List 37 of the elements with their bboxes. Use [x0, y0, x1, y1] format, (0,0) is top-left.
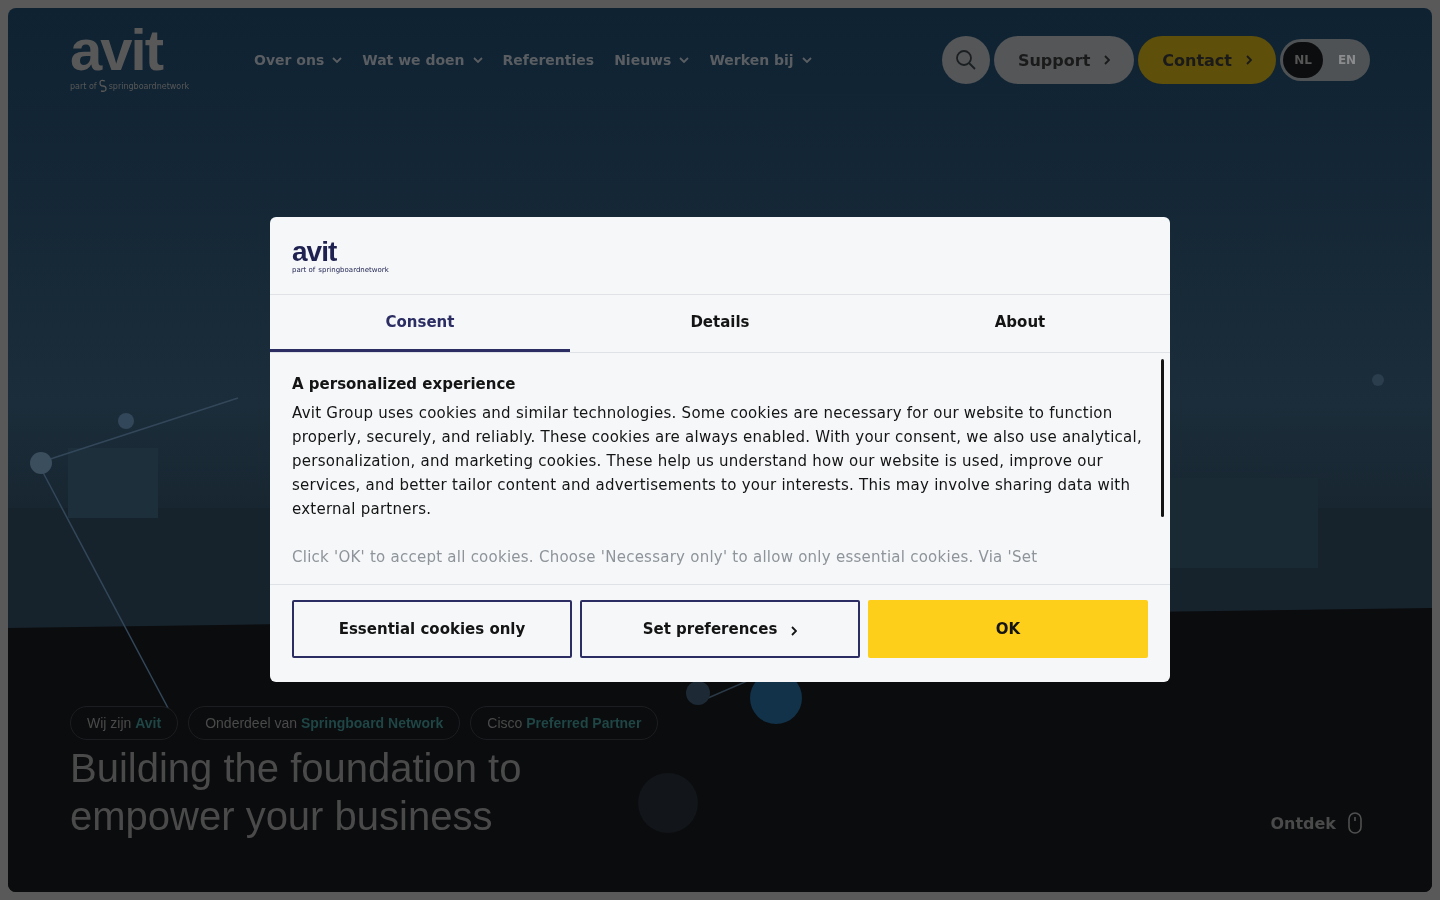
nav-link[interactable]: Referenties — [502, 52, 595, 68]
chevron-down-icon — [332, 57, 343, 63]
chevron-right-icon — [1246, 55, 1252, 65]
chevron-right-icon — [1104, 55, 1111, 65]
nav-link[interactable]: Werken bij — [709, 52, 812, 68]
discover-link[interactable]: Ontdek — [1270, 812, 1370, 834]
chevron-down-icon — [801, 57, 812, 63]
mouse-icon — [1348, 812, 1362, 834]
s-logo-icon — [98, 79, 107, 93]
scrollbar[interactable] — [1161, 359, 1164, 517]
dialog-tab[interactable]: Details — [570, 295, 870, 352]
chevron-down-icon — [679, 57, 690, 63]
hero-headline: empower your business — [70, 793, 494, 840]
ok-button[interactable]: OK — [868, 600, 1148, 658]
logo-tagline: springboardnetwork — [108, 81, 190, 91]
hero-headline: Building the foundation to — [70, 745, 522, 792]
dialog-heading: A personalized experience — [292, 375, 517, 393]
language-option[interactable]: NL — [1283, 42, 1323, 78]
nav-link[interactable]: Over ons — [254, 52, 343, 68]
hero-badge: Cisco Preferred Partner — [470, 706, 659, 740]
essential-cookies-button[interactable]: Essential cookies only — [292, 600, 572, 658]
contact-button[interactable]: Contact — [1138, 36, 1276, 84]
dialog-paragraph: Click 'OK' to accept all cookies. Choose 'Necessary only' to allow only essential cookies. Via 'Set — [292, 547, 1039, 568]
chevron-right-icon — [791, 625, 798, 636]
chevron-down-icon — [472, 57, 483, 63]
language-option[interactable]: EN — [1327, 42, 1367, 78]
logo-tagline: part of — [70, 81, 97, 91]
support-button[interactable]: Support — [993, 36, 1135, 84]
dialog-paragraph: Avit Group uses cookies and similar technologies. Some cookies are necessary for our website to function properly, securely, and reliably. These cookies are always enabled. With your consent, we also use analytical, personalization, and marketing cookies. These help us understand how our website is used, improve our services, and better tailor content and advertisements to your interests. This may involve sharing data with external partners. — [292, 403, 1143, 520]
nav-link[interactable]: Nieuws — [614, 52, 690, 68]
logo-wordmark[interactable]: avit — [70, 21, 254, 79]
search-icon — [954, 49, 977, 71]
preferences-button[interactable]: Set preferences — [580, 600, 860, 658]
nav-link[interactable]: Wat we doen — [362, 52, 483, 68]
dialog-tab[interactable]: About — [870, 295, 1170, 352]
dialog-tab[interactable]: Consent — [270, 295, 570, 352]
logo-wordmark: avit — [292, 237, 337, 266]
